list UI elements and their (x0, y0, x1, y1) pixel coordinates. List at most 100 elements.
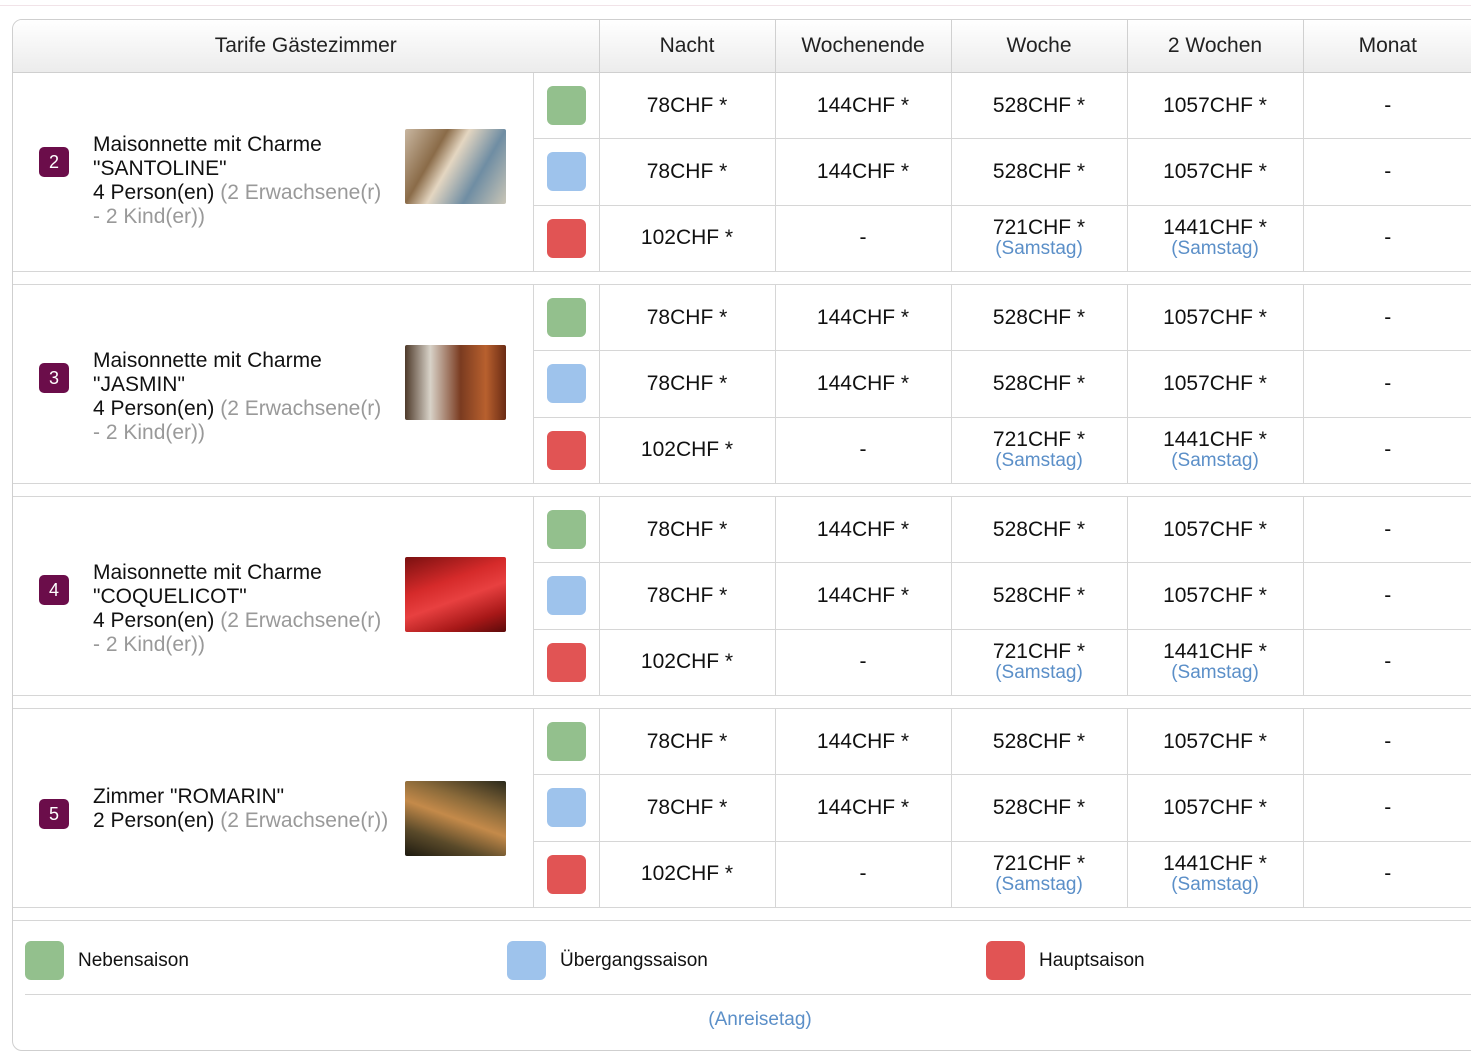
rate-wochenende: 144CHF * (775, 708, 952, 776)
rate-2-wochen-value: 1441CHF * (1163, 428, 1267, 452)
anreisetag-note: (Anreisetag) (708, 1009, 812, 1030)
rate-nacht: 102CHF * (599, 205, 776, 273)
rate-row: 5 Zimmer "ROMARIN" 2 Person(en) (2 Erwachs… (13, 708, 1471, 908)
rate-woche-note: (Samstag) (995, 874, 1083, 896)
rate-wochenende: - (775, 205, 952, 273)
rate-woche: 528CHF * (951, 72, 1128, 140)
room-name: Zimmer "ROMARIN" (93, 785, 285, 808)
nebensaison-swatch (546, 722, 586, 762)
room-photo[interactable] (405, 781, 506, 856)
rate-monat: - (1303, 708, 1471, 776)
room-number-badge: 4 (39, 575, 69, 605)
rate-wochenende: 144CHF * (775, 774, 952, 842)
rate-2-wochen-value: 1057CHF * (1163, 93, 1267, 117)
room-info: 3 Maisonnette mit Charme "JASMIN" 4 Person… (13, 285, 533, 483)
room-cell: 3 Maisonnette mit Charme "JASMIN" 4 Person… (13, 284, 534, 484)
season-cell (533, 708, 600, 776)
rate-2-wochen: 1441CHF * (Samstag) (1127, 417, 1304, 485)
rate-2-wochen: 1057CHF * (1127, 138, 1304, 206)
rate-nacht: 78CHF * (599, 496, 776, 564)
table-header: Tarife Gästezimmer Nacht Wochenende Woch… (13, 20, 1471, 73)
rate-nacht: 102CHF * (599, 629, 776, 697)
rate-woche: 528CHF * (951, 350, 1128, 418)
nebensaison-swatch (25, 941, 64, 980)
rate-monat: - (1303, 138, 1471, 206)
room-description: Maisonnette mit Charme "SANTOLINE" 4 Pers… (93, 133, 393, 229)
uebergangssaison-swatch (546, 576, 586, 616)
rate-woche-value: 528CHF * (992, 159, 1086, 183)
rate-wochenende: 144CHF * (775, 284, 952, 352)
rate-woche-note: (Samstag) (995, 238, 1083, 260)
rate-wochenende: - (775, 629, 952, 697)
season-cell (533, 841, 600, 909)
rate-2-wochen-value: 1057CHF * (1163, 159, 1267, 183)
uebergangssaison-swatch (546, 788, 586, 828)
uebergangssaison-swatch (546, 364, 586, 404)
rate-woche-value: 528CHF * (992, 93, 1086, 117)
legend-item: Nebensaison (25, 941, 189, 980)
rate-nacht: 102CHF * (599, 841, 776, 909)
season-legend: Nebensaison Übergangssaison Hauptsaison … (13, 921, 1471, 1033)
room-photo[interactable] (405, 345, 506, 420)
room-persons: 4 Person(en) (93, 609, 215, 632)
legend-item: Hauptsaison (986, 941, 1145, 980)
room-photo[interactable] (405, 129, 506, 204)
rate-2-wochen: 1057CHF * (1127, 562, 1304, 630)
room-separator (13, 271, 1471, 285)
room-description: Maisonnette mit Charme "COQUELICOT" 4 Per… (93, 561, 393, 657)
rate-woche-note: (Samstag) (995, 450, 1083, 472)
header-wochenende: Wochenende (775, 20, 952, 73)
rate-2-wochen: 1441CHF * (Samstag) (1127, 205, 1304, 273)
separator-cell (13, 907, 1471, 921)
room-separator (13, 695, 1471, 709)
separator-cell (13, 483, 1471, 497)
room-info: 4 Maisonnette mit Charme "COQUELICOT" 4 Pe… (13, 497, 533, 695)
rate-wochenende: 144CHF * (775, 562, 952, 630)
season-cell (533, 284, 600, 352)
rate-2-wochen: 1057CHF * (1127, 284, 1304, 352)
room-separator (13, 907, 1471, 921)
nebensaison-swatch (546, 510, 586, 550)
nebensaison-swatch (546, 298, 586, 338)
rate-2-wochen: 1057CHF * (1127, 496, 1304, 564)
room-photo[interactable] (405, 557, 506, 632)
uebergangssaison-swatch (507, 941, 546, 980)
hauptsaison-swatch (986, 941, 1025, 980)
rate-wochenende: 144CHF * (775, 72, 952, 140)
rates-panel: Tarife Gästezimmer Nacht Wochenende Woch… (12, 19, 1471, 1051)
room-persons: 2 Person(en) (93, 809, 215, 832)
room-separator (13, 483, 1471, 497)
season-cell (533, 350, 600, 418)
season-cell (533, 774, 600, 842)
rate-woche: 528CHF * (951, 284, 1128, 352)
separator-cell (13, 695, 1471, 709)
rate-monat: - (1303, 205, 1471, 273)
header-2-wochen: 2 Wochen (1127, 20, 1304, 73)
header-room-col: Tarife Gästezimmer (13, 20, 600, 73)
rate-2-wochen: 1441CHF * (Samstag) (1127, 841, 1304, 909)
rate-2-wochen-value: 1057CHF * (1163, 305, 1267, 329)
room-persons: 4 Person(en) (93, 181, 215, 204)
rate-2-wochen-note: (Samstag) (1171, 450, 1259, 472)
rate-woche-value: 528CHF * (992, 517, 1086, 541)
rate-2-wochen-note: (Samstag) (1171, 238, 1259, 260)
rate-2-wochen: 1057CHF * (1127, 72, 1304, 140)
rates-table: Tarife Gästezimmer Nacht Wochenende Woch… (13, 20, 1471, 921)
rate-2-wochen-value: 1057CHF * (1163, 371, 1267, 395)
room-name: Maisonnette mit Charme "SANTOLINE" (93, 133, 322, 180)
rate-wochenende: - (775, 417, 952, 485)
legend-divider (25, 994, 1471, 995)
season-cell (533, 496, 600, 564)
rate-monat: - (1303, 629, 1471, 697)
header-nacht: Nacht (599, 20, 776, 73)
rate-monat: - (1303, 841, 1471, 909)
season-cell (533, 72, 600, 140)
rate-2-wochen-value: 1057CHF * (1163, 517, 1267, 541)
rate-woche: 721CHF * (Samstag) (951, 417, 1128, 485)
rate-woche-value: 528CHF * (992, 729, 1086, 753)
room-number-badge: 3 (39, 363, 69, 393)
rate-woche-value: 721CHF * (992, 216, 1086, 240)
rate-woche-note: (Samstag) (995, 662, 1083, 684)
room-info: 5 Zimmer "ROMARIN" 2 Person(en) (2 Erwachs… (13, 709, 533, 907)
season-cell (533, 138, 600, 206)
